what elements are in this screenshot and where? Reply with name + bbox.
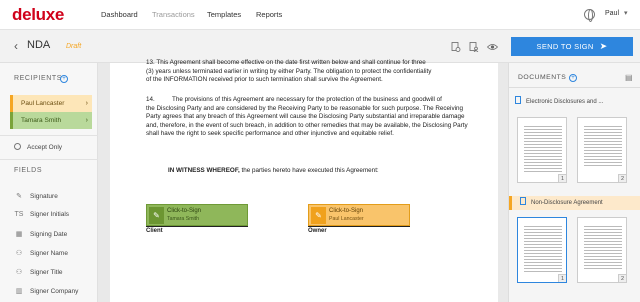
recipient-paul[interactable]: Paul Lancaster › — [10, 95, 92, 112]
field-label: Signature — [30, 193, 58, 200]
left-sidebar: RECIPIENTS + Paul Lancaster › Tamara Smi… — [0, 63, 98, 302]
globe-icon[interactable] — [584, 9, 595, 22]
witness-line: IN WITNESS WHEREOF, the parties hereto h… — [168, 167, 379, 174]
page-number: 1 — [558, 274, 566, 282]
client-label: Client — [146, 226, 248, 234]
field-signer-initials[interactable]: TS Signer Initials — [14, 211, 70, 218]
chevron-down-icon[interactable]: ▾ — [624, 9, 628, 17]
top-nav: deluxe Dashboard Transactions Templates … — [0, 0, 640, 30]
deluxe-logo[interactable]: deluxe — [12, 5, 64, 25]
nav-reports[interactable]: Reports — [256, 10, 282, 19]
divider — [0, 159, 98, 160]
signature-field-signer: Tamara Smith — [167, 216, 199, 222]
documents-title: DOCUMENTS — [518, 74, 567, 81]
field-signature[interactable]: ✎ Signature — [14, 192, 58, 200]
chevron-right-icon: › — [85, 100, 88, 107]
calendar-icon: ▦ — [15, 231, 23, 238]
client-signature-field[interactable]: ✎ Click-to-Sign Tamara Smith — [146, 204, 248, 226]
paragraph-body: the Disclosing Party and are considered … — [146, 104, 468, 138]
recipient-name: Paul Lancaster — [21, 100, 65, 107]
field-label: Signer Name — [30, 250, 68, 257]
settings-doc-icon[interactable] — [451, 42, 461, 52]
chevron-right-icon: › — [85, 117, 88, 124]
paper-plane-icon: ➤ — [599, 41, 608, 51]
signature-field-title: Click-to-Sign — [329, 208, 364, 214]
divider — [0, 135, 98, 136]
grid-view-icon[interactable]: ▤ — [625, 73, 633, 82]
field-label: Signing Date — [30, 231, 68, 238]
field-label: Signer Title — [30, 269, 63, 276]
page-number: 2 — [618, 174, 626, 182]
paragraph-line: of the INFORMATION received prior to suc… — [146, 76, 383, 84]
field-signer-name[interactable]: ⚇ Signer Name — [14, 249, 68, 257]
document-viewer[interactable]: 13. This Agreement shall become effectiv… — [98, 59, 508, 302]
recipients-title: RECIPIENTS — [14, 75, 63, 82]
owner-signature-field[interactable]: ✎ Click-to-Sign Paul Lancaster — [308, 204, 410, 226]
signature-field-signer: Paul Lancaster — [329, 216, 364, 222]
field-signer-company[interactable]: ▥ Signer Company — [14, 287, 79, 295]
paragraph-number: 14. — [146, 96, 155, 103]
accept-only-toggle[interactable]: Accept Only — [14, 143, 62, 151]
pencil-icon: ✎ — [149, 207, 164, 224]
back-icon[interactable]: ‹ — [14, 39, 18, 53]
page-thumbnail[interactable]: 2 — [577, 117, 627, 183]
recipient-name: Tamara Smith — [21, 117, 62, 124]
divider — [509, 87, 640, 88]
document-title: NDA — [27, 39, 51, 51]
nav-dashboard[interactable]: Dashboard — [101, 10, 138, 19]
status-badge: Draft — [66, 43, 82, 50]
field-label: Signer Company — [30, 288, 79, 295]
company-icon: ▥ — [15, 288, 23, 295]
document-name: Electronic Disclosures and ... — [526, 99, 604, 105]
witness-bold: IN WITNESS WHEREOF, — [168, 167, 240, 174]
paragraph-line: 13. This Agreement shall become effectiv… — [146, 59, 426, 66]
person-title-icon: ⚇ — [15, 269, 23, 276]
fields-title: FIELDS — [14, 167, 43, 174]
page-number: 2 — [618, 274, 626, 282]
send-to-sign-label: SEND TO SIGN — [536, 42, 594, 51]
page-number: 1 — [558, 174, 566, 182]
owner-label: Owner — [308, 226, 410, 234]
accept-only-label: Accept Only — [27, 144, 63, 151]
document-icon — [520, 197, 526, 205]
page-thumbnail[interactable]: 1 — [517, 117, 567, 183]
documents-panel: DOCUMENTS + ▤ Electronic Disclosures and… — [508, 63, 640, 302]
nav-transactions[interactable]: Transactions — [152, 10, 195, 19]
radio-icon — [14, 143, 21, 150]
page-thumbnail[interactable]: 1 — [517, 217, 567, 283]
page-thumbnail[interactable]: 2 — [577, 217, 627, 283]
paragraph-14: 14. The provisions of this Agreement are … — [146, 96, 476, 139]
field-label: Signer Initials — [30, 211, 70, 218]
recipient-tamara[interactable]: Tamara Smith › — [10, 112, 92, 129]
witness-text: the parties hereto have executed this Ag… — [239, 167, 379, 174]
document-page: 13. This Agreement shall become effectiv… — [110, 59, 498, 302]
preview-eye-icon[interactable] — [486, 42, 499, 52]
user-menu[interactable]: Paul — [605, 10, 619, 17]
nav-templates[interactable]: Templates — [207, 10, 241, 19]
send-to-sign-button[interactable]: SEND TO SIGN ➤ — [511, 37, 633, 56]
document-name: Non-Disclosure Agreement — [531, 200, 603, 206]
add-recipient-icon[interactable]: + — [60, 75, 68, 83]
signature-field-title: Click-to-Sign — [167, 208, 202, 214]
field-signer-title[interactable]: ⚇ Signer Title — [14, 268, 63, 276]
initials-icon: TS — [14, 211, 24, 218]
document-icon — [515, 96, 521, 104]
add-document-icon[interactable]: + — [569, 74, 577, 82]
pen-icon: ✎ — [16, 193, 22, 200]
paragraph-line: The provisions of this Agreement are nec… — [172, 96, 442, 103]
pencil-icon: ✎ — [311, 207, 326, 224]
paragraph-line: (3) years unless terminated earlier in w… — [146, 67, 432, 75]
field-signing-date[interactable]: ▦ Signing Date — [14, 230, 68, 238]
person-icon: ⚇ — [15, 250, 23, 257]
document-item-disclosures[interactable]: Electronic Disclosures and ... — [515, 95, 639, 109]
recipients-doc-icon[interactable] — [469, 42, 479, 53]
paragraph-13: 13. This Agreement shall become effectiv… — [146, 59, 476, 85]
document-item-nda[interactable]: Non-Disclosure Agreement — [509, 196, 640, 210]
